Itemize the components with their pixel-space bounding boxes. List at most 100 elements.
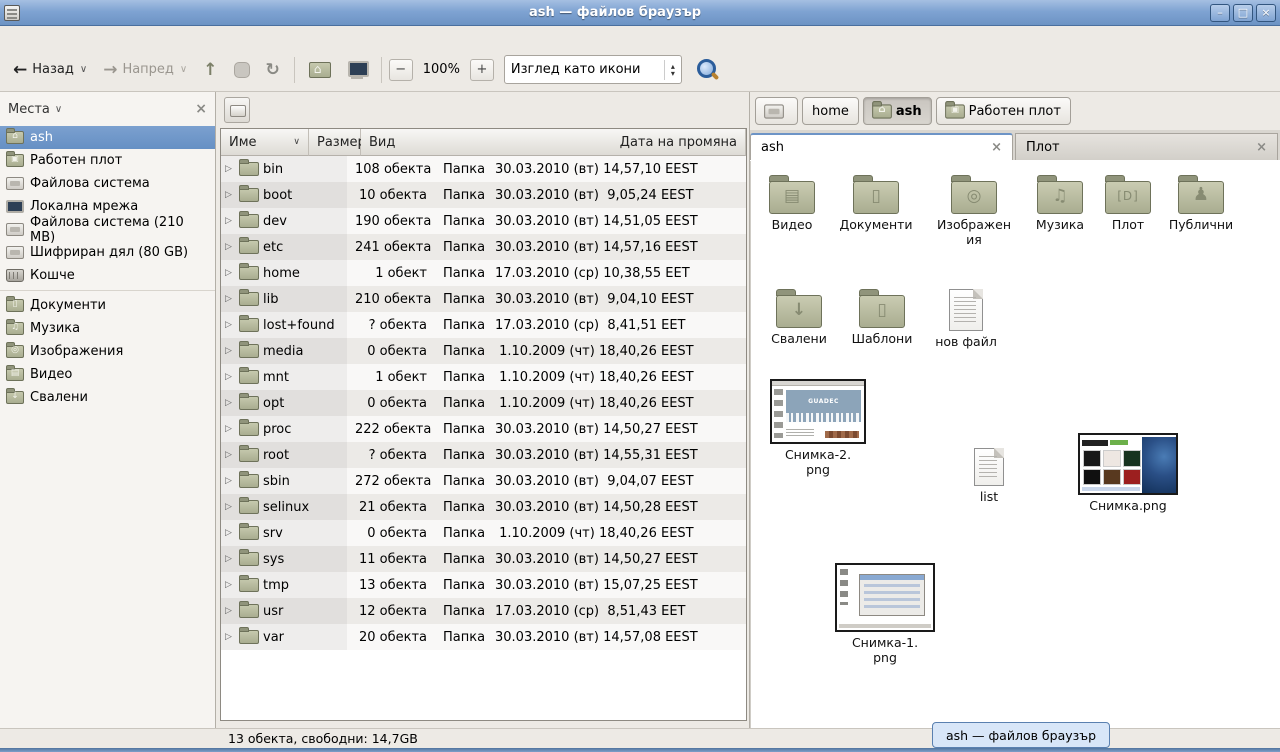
file-icon-item[interactable]: Снимка.png [1071, 433, 1185, 513]
expander-icon[interactable] [225, 424, 235, 434]
column-header[interactable]: Дата на промяна ∨ [612, 129, 746, 156]
path-button[interactable]: home [802, 97, 859, 125]
table-row[interactable]: usr 12 обекта Папка 17.03.2010 (ср) 8,51… [221, 598, 746, 624]
expander-icon[interactable] [225, 164, 235, 174]
table-row[interactable]: mnt 1 обект Папка 1.10.2009 (чт) 18,40,2… [221, 364, 746, 390]
up-button[interactable]: ↑ [196, 58, 224, 82]
expander-icon[interactable] [225, 398, 235, 408]
table-row[interactable]: media 0 обекта Папка 1.10.2009 (чт) 18,4… [221, 338, 746, 364]
expander-icon[interactable] [225, 190, 235, 200]
table-row[interactable]: boot 10 обекта Папка 30.03.2010 (вт) 9,0… [221, 182, 746, 208]
tab[interactable]: Плот × [1015, 133, 1278, 160]
expander-icon[interactable] [225, 294, 235, 304]
column-header[interactable]: Име ∨ [221, 129, 309, 156]
file-icon-item[interactable]: list [949, 448, 1029, 504]
menu-item[interactable] [62, 35, 80, 39]
file-icon-item[interactable]: Изображения [929, 175, 1019, 247]
sidebar-item[interactable]: Изображения [0, 340, 215, 363]
column-header[interactable]: Вид ∨ [361, 129, 612, 156]
expander-icon[interactable] [225, 554, 235, 564]
table-row[interactable]: etc 241 обекта Папка 30.03.2010 (вт) 14,… [221, 234, 746, 260]
reload-button[interactable]: ↻ [259, 58, 287, 82]
close-button[interactable]: × [1256, 4, 1276, 22]
file-icon-item[interactable]: Шаблони [842, 289, 922, 346]
menu-item[interactable] [80, 35, 98, 39]
expander-icon[interactable] [225, 372, 235, 382]
file-icon-item[interactable]: Документи [836, 175, 916, 232]
root-location-button[interactable] [224, 97, 250, 123]
expander-icon[interactable] [225, 216, 235, 226]
tab-close-icon[interactable]: × [991, 140, 1002, 155]
sidebar-item[interactable]: Файлова система (210 MB) [0, 218, 215, 241]
menu-item[interactable] [44, 35, 62, 39]
table-row[interactable]: proc 222 обекта Папка 30.03.2010 (вт) 14… [221, 416, 746, 442]
expander-icon[interactable] [225, 476, 235, 486]
search-button[interactable] [694, 57, 720, 83]
table-row[interactable]: tmp 13 обекта Папка 30.03.2010 (вт) 15,0… [221, 572, 746, 598]
menu-item[interactable] [26, 35, 44, 39]
expander-icon[interactable] [225, 632, 235, 642]
table-row[interactable]: root ? обекта Папка 30.03.2010 (вт) 14,5… [221, 442, 746, 468]
zoom-in-button[interactable]: + [470, 59, 494, 81]
computer-button[interactable] [340, 56, 374, 83]
file-icon-item[interactable]: Снимка-1.png [830, 563, 940, 665]
expander-icon[interactable] [225, 528, 235, 538]
taskbar-window-button[interactable]: ash — файлов браузър [932, 722, 1110, 748]
tab-close-icon[interactable]: × [1256, 140, 1267, 155]
table-row[interactable]: bin 108 обекта Папка 30.03.2010 (вт) 14,… [221, 156, 746, 182]
table-row[interactable]: selinux 21 обекта Папка 30.03.2010 (вт) … [221, 494, 746, 520]
view-mode-select[interactable]: Изглед като икони ▴▾ [504, 55, 682, 84]
sidebar-mode-select[interactable]: Места ∨ [8, 102, 195, 117]
file-icon-item[interactable]: Видео [752, 175, 832, 232]
maximize-button[interactable]: □ [1233, 4, 1253, 22]
sidebar-item[interactable]: ash [0, 126, 215, 149]
sidebar-item[interactable]: Работен плот [0, 149, 215, 172]
file-icon-item[interactable]: GUADEC Снимка-2.png [763, 379, 873, 477]
forward-button[interactable]: → Напред ∨ [96, 57, 194, 82]
sidebar-item[interactable]: Видео [0, 363, 215, 386]
expander-icon[interactable] [225, 606, 235, 616]
sidebar-item[interactable]: Кошче [0, 264, 215, 287]
path-button[interactable] [755, 97, 798, 125]
file-icon-item[interactable]: Свалени [759, 289, 839, 346]
table-row[interactable]: lost+found ? обекта Папка 17.03.2010 (ср… [221, 312, 746, 338]
table-row[interactable]: home 1 обект Папка 17.03.2010 (ср) 10,38… [221, 260, 746, 286]
table-row[interactable]: srv 0 обекта Папка 1.10.2009 (чт) 18,40,… [221, 520, 746, 546]
table-row[interactable]: opt 0 обекта Папка 1.10.2009 (чт) 18,40,… [221, 390, 746, 416]
table-row[interactable]: dev 190 обекта Папка 30.03.2010 (вт) 14,… [221, 208, 746, 234]
file-icon-item[interactable]: нов файл [926, 289, 1006, 349]
file-icon-item[interactable]: Публични [1161, 175, 1241, 232]
sidebar-item[interactable]: Документи [0, 294, 215, 317]
menu-item[interactable] [98, 35, 116, 39]
home-button[interactable] [302, 57, 338, 83]
zoom-out-button[interactable]: − [389, 59, 413, 81]
expander-icon[interactable] [225, 450, 235, 460]
table-row[interactable]: var 20 обекта Папка 30.03.2010 (вт) 14,5… [221, 624, 746, 650]
path-button[interactable]: ash [863, 97, 932, 125]
expander-icon[interactable] [225, 242, 235, 252]
sidebar-item[interactable]: Свалени [0, 386, 215, 409]
sidebar-item[interactable]: Музика [0, 317, 215, 340]
icon-view[interactable]: Видео Документи Изображения Музика Плот [750, 161, 1280, 728]
expander-icon[interactable] [225, 580, 235, 590]
table-row[interactable]: lib 210 обекта Папка 30.03.2010 (вт) 9,0… [221, 286, 746, 312]
expander-icon[interactable] [225, 502, 235, 512]
expander-icon[interactable] [225, 320, 235, 330]
table-row[interactable]: sbin 272 обекта Папка 30.03.2010 (вт) 9,… [221, 468, 746, 494]
table-row[interactable]: sys 11 обекта Папка 30.03.2010 (вт) 14,5… [221, 546, 746, 572]
expander-icon[interactable] [225, 268, 235, 278]
path-button[interactable]: Работен плот [936, 97, 1071, 125]
back-dropdown-icon[interactable]: ∨ [80, 64, 87, 75]
sidebar-item[interactable]: Файлова система [0, 172, 215, 195]
back-button[interactable]: ← Назад ∨ [6, 57, 94, 82]
sidebar-close-icon[interactable]: × [195, 101, 207, 117]
titlebar[interactable]: ash — файлов браузър – □ × [0, 0, 1280, 26]
minimize-button[interactable]: – [1210, 4, 1230, 22]
sidebar-item[interactable]: Шифриран дял (80 GB) [0, 241, 215, 264]
column-header[interactable]: Размер ∨ [309, 129, 361, 156]
expander-icon[interactable] [225, 346, 235, 356]
stop-button[interactable] [227, 57, 257, 83]
tab[interactable]: ash × [750, 133, 1013, 160]
menu-item[interactable] [8, 35, 26, 39]
file-icon-item[interactable]: Плот [1088, 175, 1168, 232]
